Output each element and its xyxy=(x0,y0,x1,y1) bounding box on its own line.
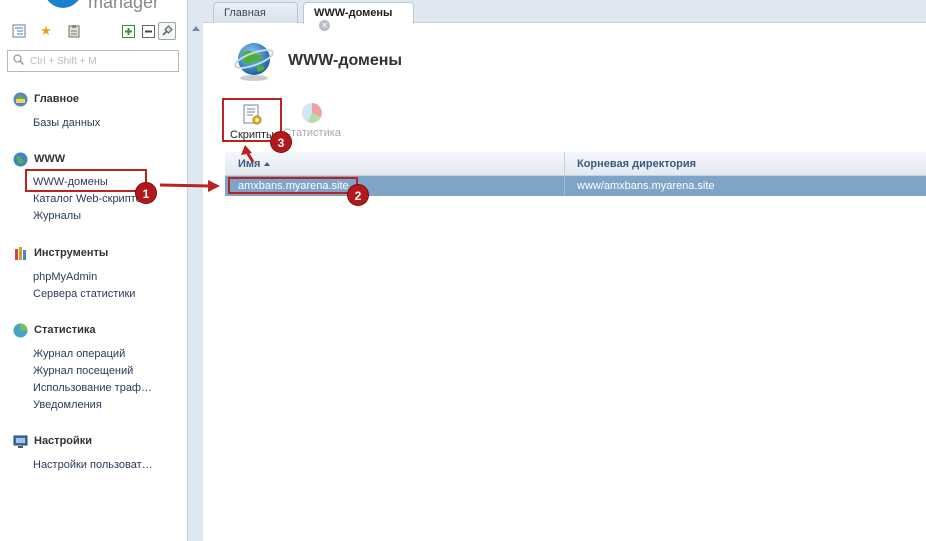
nav-databases[interactable]: Базы данных xyxy=(33,117,100,129)
sidebar-toolbar: ★ xyxy=(8,22,183,42)
collapse-all-icon[interactable] xyxy=(139,22,157,40)
highlight-www-domains xyxy=(25,169,147,192)
settings-icon xyxy=(12,433,28,449)
tab-home-label: Главная xyxy=(224,7,266,19)
step-badge-2: 2 xyxy=(347,184,369,206)
column-name-header[interactable]: Имя xyxy=(238,158,271,170)
expand-all-icon[interactable] xyxy=(119,22,137,40)
favorites-star-icon[interactable]: ★ xyxy=(37,22,55,40)
nav-stats-servers[interactable]: Сервера статистики xyxy=(33,288,135,300)
nav-visits-log[interactable]: Журнал посещений xyxy=(33,365,133,377)
tree-view-icon[interactable] xyxy=(10,22,28,40)
tab-close-icon[interactable]: ✕ xyxy=(319,19,330,31)
sidebar: manager ★ Ctrl + Shift + M Главное Базы … xyxy=(0,0,187,541)
tab-www-domains-label: WWW-домены xyxy=(314,7,393,19)
tab-www-domains[interactable]: WWW-домены✕ xyxy=(303,2,414,31)
globe-icon xyxy=(12,151,28,167)
nav-logs[interactable]: Журналы xyxy=(33,210,81,222)
step-badge-3: 3 xyxy=(270,131,292,153)
pin-icon[interactable] xyxy=(158,22,176,40)
section-main[interactable]: Главное xyxy=(12,91,79,107)
row-divider xyxy=(564,176,565,196)
highlight-domain-row xyxy=(228,177,358,194)
column-root-header[interactable]: Корневая директория xyxy=(577,158,696,170)
section-tools-title: Инструменты xyxy=(34,247,109,259)
section-settings-title: Настройки xyxy=(34,435,93,447)
logo-icon xyxy=(44,0,82,8)
nav-traffic-usage[interactable]: Использование траф… xyxy=(33,382,152,394)
tab-bar: Главная WWW-домены✕ xyxy=(203,0,926,31)
globe-large-icon xyxy=(233,40,275,82)
row-root-cell[interactable]: www/amxbans.myarena.site xyxy=(577,180,715,192)
section-statistics-title: Статистика xyxy=(34,324,96,336)
logo-text: manager xyxy=(88,0,160,12)
app-root: manager ★ Ctrl + Shift + M Главное Базы … xyxy=(0,0,926,541)
sidebar-scrollbar[interactable] xyxy=(187,0,203,541)
section-www[interactable]: WWW xyxy=(12,151,65,167)
section-statistics[interactable]: Статистика xyxy=(12,322,96,338)
nav-phpmyadmin[interactable]: phpMyAdmin xyxy=(33,271,97,283)
scroll-up-arrow-icon[interactable] xyxy=(192,26,200,31)
scripts-icon xyxy=(240,103,264,127)
sort-asc-icon xyxy=(264,162,271,167)
page-title: WWW-домены xyxy=(288,52,403,69)
clipboard-icon[interactable] xyxy=(65,22,83,40)
search-icon xyxy=(13,54,25,68)
section-settings[interactable]: Настройки xyxy=(12,433,92,449)
section-tools[interactable]: Инструменты xyxy=(12,245,108,261)
section-main-title: Главное xyxy=(34,93,80,105)
nav-web-scripts-catalog[interactable]: Каталог Web-скриптов xyxy=(33,193,141,205)
home-icon xyxy=(12,91,28,107)
column-divider[interactable] xyxy=(564,152,565,176)
nav-operations-log[interactable]: Журнал операций xyxy=(33,348,125,360)
search-input[interactable] xyxy=(30,53,175,69)
grid-header: Имя Корневая директория xyxy=(225,152,926,176)
stats-icon xyxy=(12,322,28,338)
tab-home[interactable]: Главная xyxy=(213,2,298,23)
statistics-button[interactable]: Статистика xyxy=(282,98,342,142)
section-www-title: WWW xyxy=(34,153,66,165)
nav-user-settings[interactable]: Настройки пользоват… xyxy=(33,459,153,471)
column-name-label: Имя xyxy=(238,158,261,170)
tools-icon xyxy=(12,245,28,261)
search-field[interactable] xyxy=(7,50,179,72)
pie-chart-icon xyxy=(300,101,324,125)
nav-notifications[interactable]: Уведомления xyxy=(33,399,102,411)
step-badge-1: 1 xyxy=(135,182,157,204)
